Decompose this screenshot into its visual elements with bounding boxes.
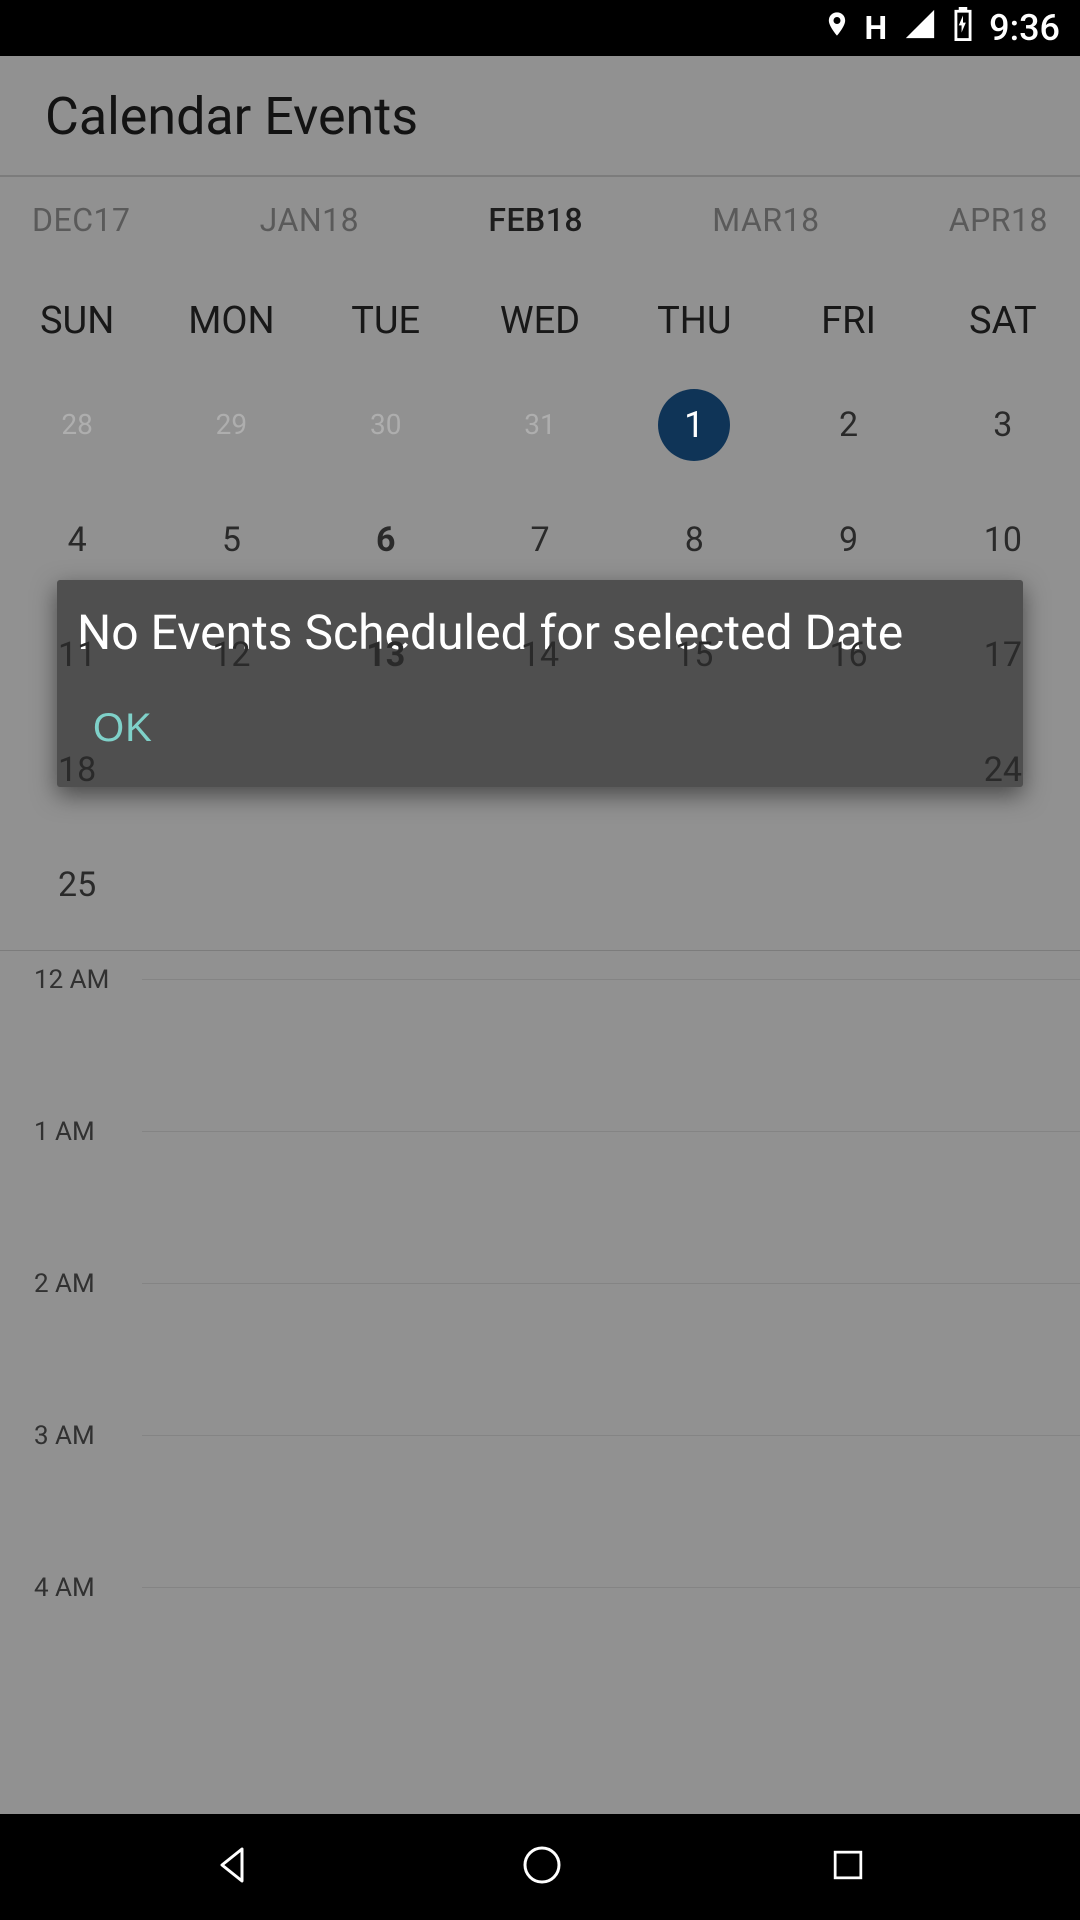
network-type-indicator: H	[865, 9, 890, 47]
nav-bar	[0, 1814, 1080, 1920]
signal-icon	[903, 7, 937, 49]
home-button[interactable]	[518, 1841, 566, 1893]
location-icon	[823, 7, 851, 49]
modal-scrim[interactable]	[0, 56, 1080, 1814]
battery-icon	[951, 7, 975, 49]
dialog-actions: OK	[57, 676, 1023, 787]
back-button[interactable]	[210, 1841, 258, 1893]
status-clock: 9:36	[989, 7, 1060, 49]
recent-apps-button[interactable]	[826, 1843, 870, 1891]
no-events-dialog: No Events Scheduled for selected Date OK	[57, 580, 1023, 787]
ok-button[interactable]: OK	[89, 698, 157, 759]
status-bar: H 9:36	[0, 0, 1080, 56]
